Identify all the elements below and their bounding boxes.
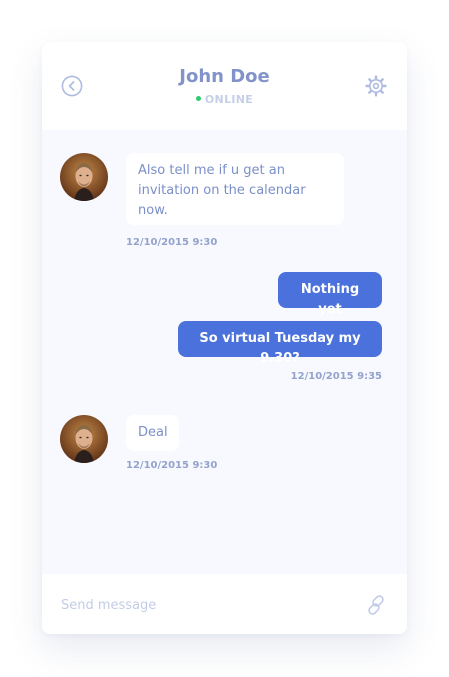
avatar <box>60 415 108 463</box>
message-composer <box>42 574 407 634</box>
online-status-label: ONLINE <box>204 93 254 106</box>
message-bubble-outgoing: So virtual Tuesday my 9.30? <box>178 321 382 366</box>
message-timestamp: 12/10/2015 9:30 <box>126 460 218 471</box>
message-bubble-incoming: Also tell me if u get an invitation on t… <box>126 153 344 225</box>
online-status: ONLINE <box>42 93 407 106</box>
message-bubble-outgoing: Nothing yet <box>278 272 382 317</box>
message-timestamp: 12/10/2015 9:30 <box>126 237 218 248</box>
chat-header: John Doe ONLINE <box>42 42 407 130</box>
message-input[interactable] <box>61 594 331 616</box>
message-bubble-incoming: Deal <box>126 415 179 451</box>
online-dot-icon <box>195 96 201 101</box>
avatar <box>60 153 108 201</box>
settings-button[interactable] <box>365 75 387 97</box>
contact-name: John Doe <box>179 66 270 87</box>
paperclip-icon <box>368 595 384 615</box>
attach-button[interactable] <box>365 594 387 616</box>
message-timestamp: 12/10/2015 9:35 <box>290 371 382 382</box>
gear-icon <box>365 75 387 97</box>
chat-window: John Doe ONLINE Also tell me if u get an… <box>42 42 407 634</box>
